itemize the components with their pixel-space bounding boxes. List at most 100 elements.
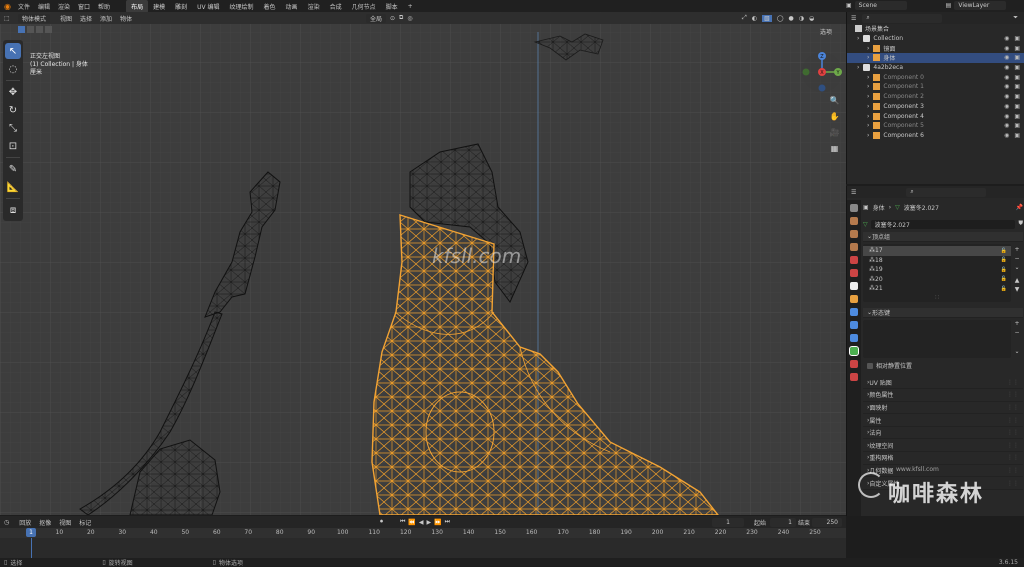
prev-key-icon[interactable]: ⏪ (408, 519, 415, 526)
expand-chevron-icon[interactable]: › (867, 54, 869, 61)
select-subtract-icon[interactable] (36, 26, 43, 33)
select-extend-icon[interactable] (27, 26, 34, 33)
expand-chevron-icon[interactable]: › (867, 113, 869, 120)
tab-texture-paint[interactable]: 纹理绘制 (225, 0, 259, 13)
menu-file[interactable]: 文件 (14, 2, 34, 11)
add-vertex-group-icon[interactable]: + (1014, 246, 1019, 253)
tab-layout[interactable]: 布局 (126, 0, 149, 13)
eye-icon[interactable]: ◉ (1004, 132, 1009, 139)
tab-rendering[interactable]: 渲染 (303, 0, 325, 13)
tab-modeling[interactable]: 建模 (148, 0, 170, 13)
outliner-search-field[interactable]: ⌕ (862, 13, 943, 23)
list-resize-handle-icon[interactable]: ∷ (863, 294, 1011, 301)
drag-handle-icon[interactable]: ⋮⋮ (1007, 379, 1019, 386)
vertex-group-list[interactable]: ⁂ 17 🔓 ⁂ 18 🔓 ⁂ 19 🔓 ⁂ 20 🔓 ⁂ 21 🔓 ∷ (863, 244, 1011, 302)
menu-playback[interactable]: 回放 (15, 518, 35, 527)
vertex-group-item[interactable]: ⁂ 17 🔓 (863, 246, 1011, 256)
shading-wireframe-icon[interactable]: ◯ (777, 15, 784, 22)
collapsed-panel-header[interactable]: › 面映射 ⋮⋮ (863, 402, 1023, 415)
tab-shading[interactable]: 着色 (259, 0, 281, 13)
lock-icon[interactable]: 🔓 (1001, 267, 1007, 273)
proportional-edit-icon[interactable]: ◎ (407, 15, 412, 22)
expand-chevron-icon[interactable]: › (857, 64, 859, 71)
gizmo-toggle-icon[interactable]: ⤢ (742, 14, 747, 22)
camera-icon[interactable]: ▣ (1014, 54, 1020, 61)
rotate-icon[interactable]: ↻ (5, 102, 21, 118)
shape-key-menu-icon[interactable]: ⌄ (1014, 348, 1019, 355)
vertex-groups-panel-header[interactable]: ⌄ 顶点组 (863, 232, 1023, 242)
texture-tab-icon[interactable] (850, 373, 858, 381)
eye-icon[interactable]: ◉ (1004, 74, 1009, 81)
render-tab-icon[interactable] (850, 217, 858, 225)
snap-icon[interactable]: ⧉ (399, 14, 403, 22)
particles-tab-icon[interactable] (850, 321, 858, 329)
remove-vertex-group-icon[interactable]: − (1014, 255, 1019, 262)
shape-key-list[interactable] (863, 319, 1011, 358)
tab-sculpting[interactable]: 雕刻 (170, 0, 192, 13)
shading-rendered-icon[interactable]: ◒ (809, 15, 814, 22)
eye-icon[interactable]: ◉ (1004, 103, 1009, 110)
camera-icon[interactable]: ▣ (1014, 103, 1020, 110)
mesh-data-tab-icon[interactable] (849, 346, 859, 356)
eye-icon[interactable]: ◉ (1004, 122, 1009, 129)
mesh-datablock-icon[interactable]: ▽ (863, 221, 868, 228)
measure-icon[interactable]: 📐 (5, 179, 21, 195)
tab-uv-editing[interactable]: UV 编辑 (192, 0, 224, 13)
collection-tab-icon[interactable] (850, 282, 858, 290)
relative-checkbox[interactable] (867, 362, 873, 369)
expand-chevron-icon[interactable]: › (867, 74, 869, 81)
camera-icon[interactable]: ▣ (1014, 113, 1020, 120)
menu-view[interactable]: 视图 (56, 14, 76, 23)
pin-icon[interactable]: 📌 (1016, 204, 1023, 211)
properties-search-field[interactable]: ⌕ (906, 187, 987, 197)
menu-timeline-view[interactable]: 视图 (55, 518, 75, 527)
menu-keying[interactable]: 抠像 (35, 518, 55, 527)
start-frame-field[interactable]: 1 (770, 517, 796, 527)
play-icon[interactable]: ▶ (427, 519, 432, 526)
vertex-group-item[interactable]: ⁂ 20 🔓 (863, 275, 1011, 285)
add-workspace-icon[interactable]: + (403, 1, 418, 12)
navigation-gizmo[interactable]: Z Y X (800, 50, 844, 94)
select-new-icon[interactable] (18, 26, 25, 33)
menu-add[interactable]: 添加 (96, 14, 116, 23)
transform-icon[interactable]: ⊡ (5, 138, 21, 154)
outliner-row[interactable]: › 镜面 ◉ ▣ (847, 43, 1024, 53)
expand-chevron-icon[interactable]: › (867, 132, 869, 139)
3d-viewport[interactable]: ⬚ 物体模式 视图 选择 添加 物体 全局 ⊙ ⧉ ◎ ⤢ ◐ ▧ ◯ ● ◑ … (0, 12, 846, 515)
scene-icon[interactable]: ▣ (846, 2, 852, 9)
eye-icon[interactable]: ◉ (1004, 83, 1009, 90)
world-tab-icon[interactable] (850, 269, 858, 277)
shading-material-icon[interactable]: ◑ (799, 15, 804, 22)
lock-icon[interactable]: 🔓 (1001, 276, 1007, 282)
drag-handle-icon[interactable]: ⋮⋮ (1007, 429, 1019, 436)
outliner-row[interactable]: › Component 1 ◉ ▣ (847, 82, 1024, 92)
properties-editor-icon[interactable]: ☰ (851, 189, 856, 196)
mode-selector[interactable]: 物体模式 (18, 13, 51, 23)
eye-icon[interactable]: ◉ (1004, 113, 1009, 120)
menu-marker[interactable]: 标记 (75, 518, 95, 527)
tab-animation[interactable]: 动画 (281, 0, 303, 13)
pivot-point-icon[interactable]: ⊙ (390, 15, 395, 22)
timeline-tracks[interactable] (0, 538, 846, 558)
eye-icon[interactable]: ◉ (1004, 45, 1009, 52)
fake-user-icon[interactable]: ⛊ (1018, 220, 1023, 228)
end-frame-field[interactable]: 250 (812, 517, 842, 527)
annotate-icon[interactable]: ✎ (5, 161, 21, 177)
drag-handle-icon[interactable]: ⋮⋮ (1007, 442, 1019, 449)
material-tab-icon[interactable] (850, 360, 858, 368)
eye-icon[interactable]: ◉ (1004, 93, 1009, 100)
move-up-icon[interactable]: ▲ (1015, 277, 1020, 284)
camera-icon[interactable]: ▣ (1014, 35, 1020, 42)
modifier-tab-icon[interactable] (850, 308, 858, 316)
menu-object[interactable]: 物体 (116, 14, 136, 23)
menu-edit[interactable]: 编辑 (34, 2, 54, 11)
outliner-root[interactable]: 场景集合 (847, 24, 1024, 34)
playhead-line[interactable] (31, 538, 32, 558)
editor-type-icon[interactable]: ⬚ (4, 15, 10, 22)
viewlayer-selector[interactable]: ViewLayer (954, 1, 1007, 10)
transform-orientation-selector[interactable]: 全局 (366, 13, 387, 23)
vertex-group-item[interactable]: ⁂ 18 🔓 (863, 256, 1011, 266)
camera-icon[interactable]: ▣ (1014, 93, 1020, 100)
collapsed-panel-header[interactable]: › UV 贴图 ⋮⋮ (863, 377, 1023, 390)
scale-icon[interactable]: ⤡ (5, 120, 21, 136)
